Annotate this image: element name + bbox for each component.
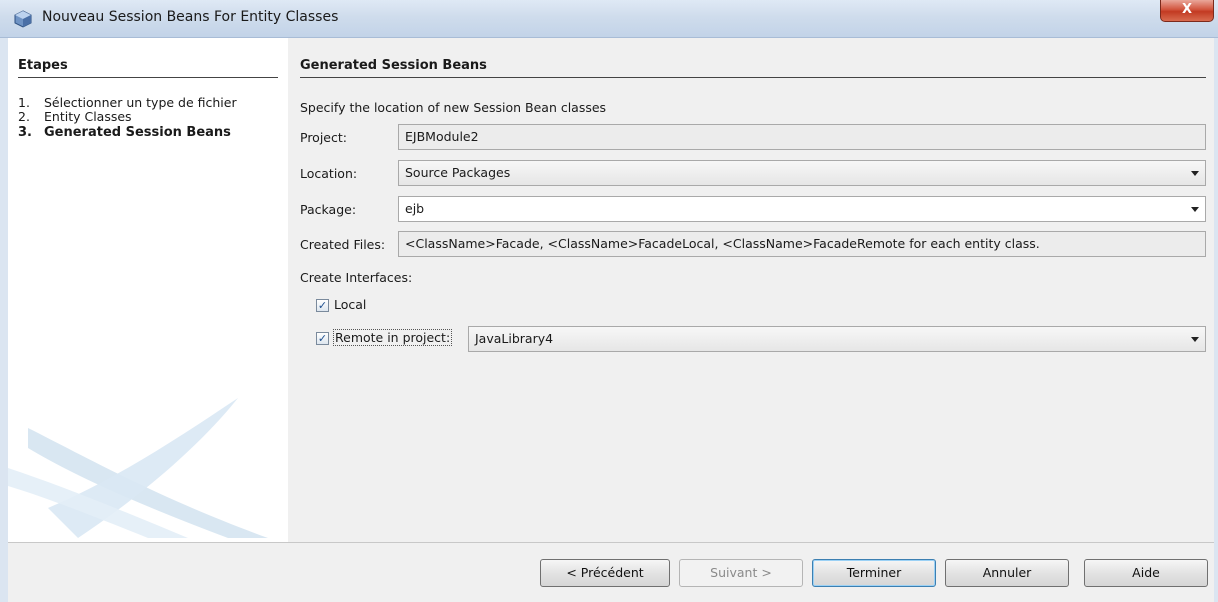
help-button[interactable]: Aide xyxy=(1084,559,1208,587)
created-files-field: <ClassName>Facade, <ClassName>FacadeLoca… xyxy=(398,231,1206,257)
step-item: 2. Entity Classes xyxy=(18,110,132,124)
title-bar: Nouveau Session Beans For Entity Classes… xyxy=(0,0,1218,38)
chevron-down-icon[interactable] xyxy=(1191,337,1199,342)
button-bar: < Précédent Suivant > Terminer Annuler A… xyxy=(8,542,1214,602)
step-number: 3. xyxy=(18,125,32,140)
section-title: Generated Session Beans xyxy=(300,58,1206,78)
window-border-left xyxy=(0,38,8,602)
local-checkbox-label[interactable]: Local xyxy=(334,297,366,312)
description-text: Specify the location of new Session Bean… xyxy=(300,100,607,115)
created-files-label: Created Files: xyxy=(300,237,386,252)
project-field: EJBModule2 xyxy=(398,124,1206,150)
package-value: ejb xyxy=(405,201,425,216)
create-interfaces-label: Create Interfaces: xyxy=(300,270,413,285)
step-label: Generated Session Beans xyxy=(44,125,231,140)
window-title: Nouveau Session Beans For Entity Classes xyxy=(42,9,339,25)
package-label: Package: xyxy=(300,202,357,217)
step-item-current: 3. Generated Session Beans xyxy=(18,126,231,140)
steps-panel: Etapes 1. Sélectionner un type de fichier… xyxy=(8,38,288,542)
step-number: 2. xyxy=(18,109,30,124)
step-label: Entity Classes xyxy=(44,109,132,124)
location-dropdown[interactable]: Source Packages xyxy=(398,160,1206,186)
cancel-button[interactable]: Annuler xyxy=(945,559,1069,587)
previous-button[interactable]: < Précédent xyxy=(540,559,670,587)
local-checkbox[interactable]: ✓ xyxy=(316,299,329,312)
chevron-down-icon[interactable] xyxy=(1191,207,1199,212)
decorative-swoosh-graphic xyxy=(8,398,268,538)
next-button[interactable]: Suivant > xyxy=(679,559,803,587)
steps-title: Etapes xyxy=(18,58,278,78)
remote-project-dropdown[interactable]: JavaLibrary4 xyxy=(468,326,1206,352)
close-button[interactable]: X xyxy=(1160,0,1214,22)
created-files-value: <ClassName>Facade, <ClassName>FacadeLoca… xyxy=(405,236,1040,251)
remote-checkbox-label[interactable]: Remote in project: xyxy=(333,329,453,346)
finish-button[interactable]: Terminer xyxy=(812,559,936,587)
step-label: Sélectionner un type de fichier xyxy=(44,95,237,110)
content-panel: Generated Session Beans Specify the loca… xyxy=(288,38,1214,542)
package-combo-input[interactable]: ejb xyxy=(398,196,1206,222)
app-cube-icon xyxy=(14,10,32,28)
location-value: Source Packages xyxy=(405,165,511,180)
chevron-down-icon[interactable] xyxy=(1191,171,1199,176)
remote-project-value: JavaLibrary4 xyxy=(475,331,554,346)
remote-checkbox[interactable]: ✓ xyxy=(316,332,329,345)
location-label: Location: xyxy=(300,166,358,181)
window-border-right xyxy=(1214,38,1218,602)
step-number: 1. xyxy=(18,95,30,110)
step-item: 1. Sélectionner un type de fichier xyxy=(18,96,237,110)
project-label: Project: xyxy=(300,130,347,145)
project-value: EJBModule2 xyxy=(405,129,479,144)
